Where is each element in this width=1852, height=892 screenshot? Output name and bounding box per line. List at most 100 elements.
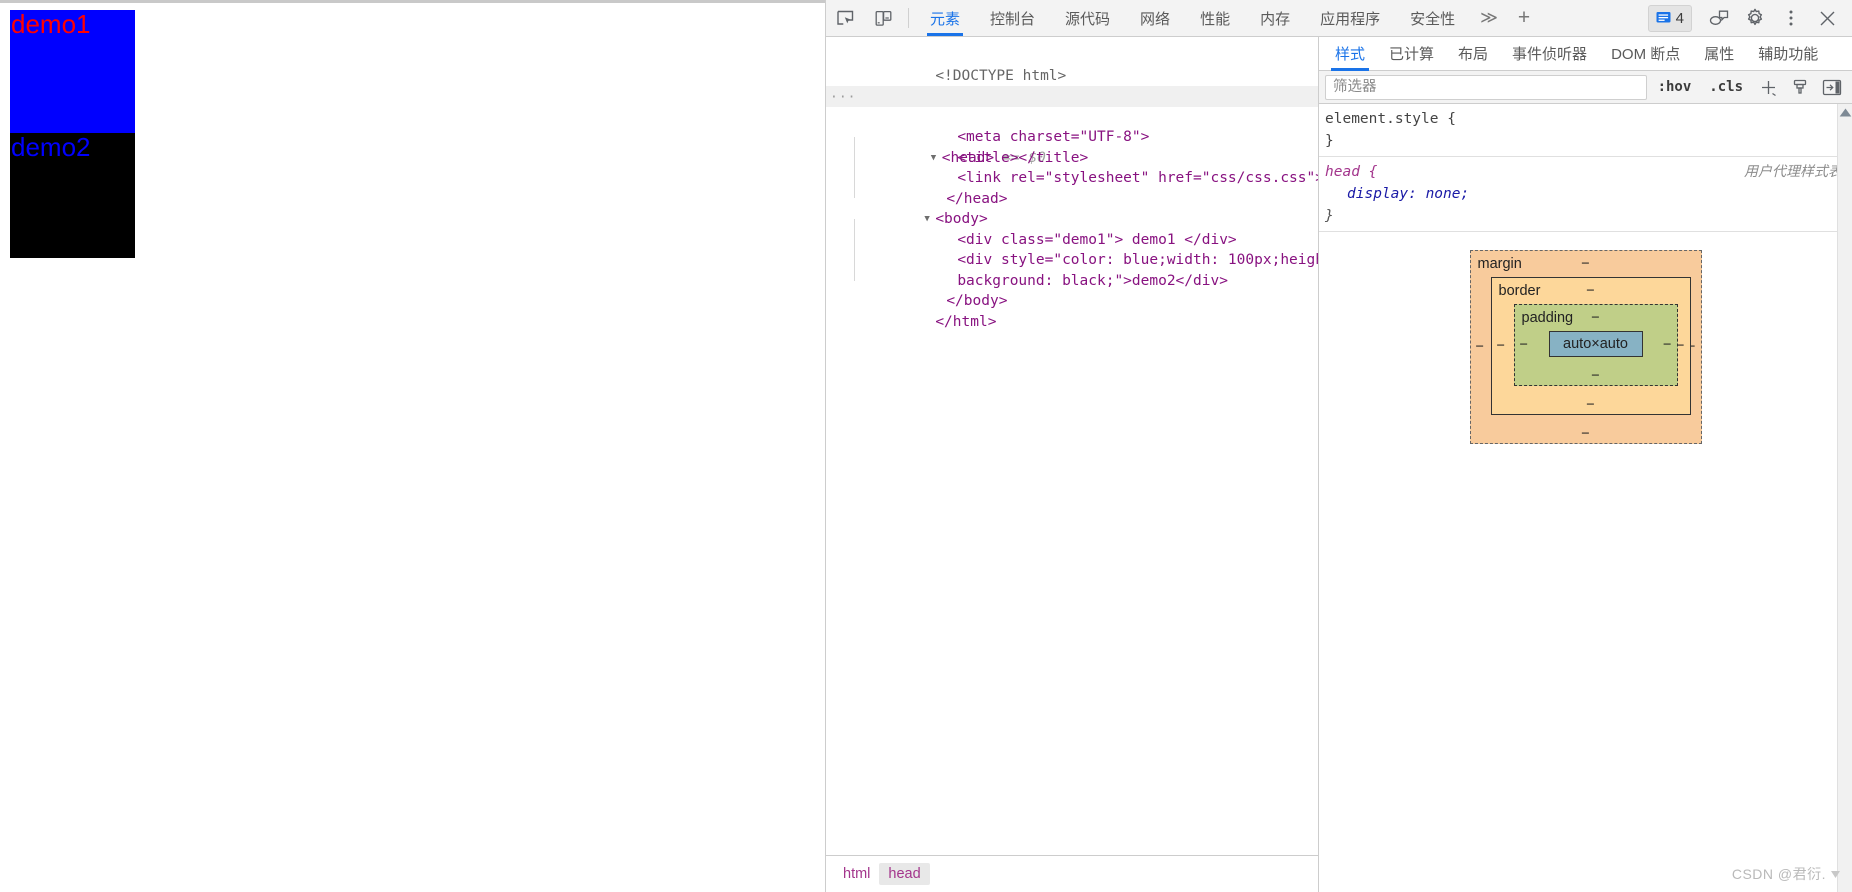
issues-icon [1656, 12, 1671, 23]
dom-line-meta[interactable]: <meta charset="UTF-8"> [826, 107, 1318, 145]
tab-computed[interactable]: 已计算 [1377, 37, 1446, 70]
padding-right-value[interactable]: − [1663, 334, 1671, 356]
breadcrumb-item-html[interactable]: html [834, 863, 879, 885]
dom-line-div-demo1[interactable]: <div class="demo1"> demo1 </div> [826, 209, 1318, 248]
rule-declaration[interactable]: display: none; [1325, 183, 1842, 205]
styles-pane-tabs: 样式 已计算 布局 事件侦听器 DOM 断点 属性 辅助功能 [1319, 37, 1852, 71]
breadcrumb-item-head[interactable]: head [879, 863, 930, 885]
issues-badge[interactable]: 4 [1647, 4, 1692, 32]
dom-line-html-open[interactable]: <html> [826, 66, 1318, 104]
watermark: CSDN @君衍. [1732, 864, 1842, 884]
dom-line-div-demo2-b[interactable]: background: black;">demo2</div> [826, 250, 1318, 289]
margin-left-value[interactable]: − [1476, 336, 1484, 358]
box-model-padding-label: padding [1521, 310, 1574, 326]
kebab-menu-icon[interactable] [1774, 3, 1808, 33]
tab-security[interactable]: 安全性 [1395, 0, 1470, 36]
more-panels-button[interactable]: ≫ [1470, 0, 1508, 36]
rule-selector[interactable]: element.style { [1325, 108, 1456, 130]
gear-icon[interactable] [1738, 3, 1772, 33]
breadcrumb: html head [826, 855, 1318, 892]
rule-close-brace: } [1325, 208, 1334, 224]
dom-line-head-close[interactable]: </head> [826, 168, 1318, 207]
devtools-window: 元素 控制台 源代码 网络 性能 内存 应用程序 安全性 ≫ + 4 <!DOC… [825, 0, 1852, 892]
tab-console[interactable]: 控制台 [975, 0, 1050, 36]
add-panel-button[interactable]: + [1508, 0, 1540, 36]
inspect-element-icon[interactable] [826, 0, 864, 36]
tab-security-label: 安全性 [1410, 10, 1456, 28]
dom-line-div-demo2-a[interactable]: <div style="color: blue;width: 100px;hei… [826, 230, 1318, 268]
close-icon[interactable] [1810, 3, 1844, 33]
tab-network[interactable]: 网络 [1125, 0, 1185, 36]
dom-line-body-close[interactable]: </body> [826, 271, 1318, 309]
device-toolbar-icon[interactable] [864, 0, 902, 36]
dom-line-link[interactable]: <link rel="stylesheet" href="css/css.css… [826, 148, 1318, 186]
tab-accessibility-label: 辅助功能 [1758, 46, 1819, 63]
tab-dom-breakpoints[interactable]: DOM 断点 [1599, 37, 1692, 70]
dom-tree[interactable]: <!DOCTYPE html> <html> ··· ▼<head>== $0 … [826, 37, 1318, 855]
tab-memory-label: 内存 [1260, 10, 1291, 28]
more-panels-label: ≫ [1480, 8, 1498, 27]
demo1-text: demo1 [11, 9, 91, 39]
box-model-margin-label: margin [1477, 256, 1522, 272]
rule-element-style[interactable]: element.style { } [1319, 104, 1852, 157]
rule-head-ua[interactable]: head { 用户代理样式表 display: none; } [1319, 157, 1852, 232]
box-model-border[interactable]: border − − − padding − − − auto×auto − − [1490, 277, 1691, 415]
rule-close-brace: } [1325, 133, 1334, 149]
add-panel-label: + [1517, 6, 1531, 29]
feedback-icon[interactable] [1702, 3, 1736, 33]
brush-icon[interactable] [1786, 75, 1814, 99]
tab-performance[interactable]: 性能 [1185, 0, 1245, 36]
border-left-value[interactable]: − [1497, 335, 1505, 357]
box-model-margin[interactable]: margin − − − border − − − padding − − − … [1469, 250, 1702, 444]
tab-accessibility[interactable]: 辅助功能 [1746, 37, 1830, 70]
scroll-up-icon[interactable] [1838, 104, 1852, 120]
dom-row-more-icon[interactable]: ··· [830, 88, 856, 109]
dom-line-doctype[interactable]: <!DOCTYPE html> [826, 45, 1318, 84]
rule-selector[interactable]: head { [1325, 161, 1377, 183]
border-bottom-value[interactable]: − [1492, 396, 1690, 414]
cls-toggle-button[interactable]: .cls [1702, 79, 1750, 95]
tab-application[interactable]: 应用程序 [1305, 0, 1395, 36]
hov-toggle-button[interactable]: :hov [1651, 79, 1699, 95]
tab-layout[interactable]: 布局 [1446, 37, 1500, 70]
devtools-panel-tabs: 元素 控制台 源代码 网络 性能 内存 应用程序 安全性 ≫ + [915, 0, 1648, 36]
tab-memory[interactable]: 内存 [1245, 0, 1305, 36]
dom-line-title[interactable]: <title></title> [826, 127, 1318, 166]
watermark-text: CSDN @君衍. [1731, 866, 1826, 882]
box-model-padding[interactable]: padding − − − auto×auto − [1513, 304, 1678, 386]
plus-icon[interactable] [1754, 75, 1782, 99]
demo2-div: demo2 [10, 132, 135, 258]
tab-application-label: 应用程序 [1320, 10, 1381, 28]
tab-sources[interactable]: 源代码 [1050, 0, 1125, 36]
styles-pane: 样式 已计算 布局 事件侦听器 DOM 断点 属性 辅助功能 筛选器:hov … [1319, 37, 1852, 892]
devtools-body: <!DOCTYPE html> <html> ··· ▼<head>== $0 … [826, 37, 1852, 892]
tab-elements[interactable]: 元素 [915, 0, 975, 36]
padding-bottom-value[interactable]: − [1515, 367, 1677, 385]
dom-line-head-open[interactable]: ··· ▼ <head> == $0 [826, 86, 1318, 166]
padding-left-value[interactable]: − [1520, 334, 1528, 356]
tab-performance-label: 性能 [1200, 10, 1231, 28]
toolbar-right-actions: 4 [1647, 0, 1852, 36]
tab-network-label: 网络 [1140, 10, 1171, 28]
tab-console-label: 控制台 [990, 10, 1036, 28]
styles-scrollbar[interactable] [1837, 104, 1852, 892]
dom-line-html-close[interactable]: </html> [826, 291, 1318, 330]
page-top-border [0, 0, 825, 3]
tab-dom-breakpoints-label: DOM 断点 [1611, 46, 1681, 63]
tab-layout-label: 布局 [1458, 46, 1489, 63]
dom-tree-pane: <!DOCTYPE html> <html> ··· ▼<head>== $0 … [826, 37, 1319, 892]
tab-properties-label: 属性 [1704, 46, 1735, 63]
tab-event-listeners[interactable]: 事件侦听器 [1500, 37, 1599, 70]
box-model-diagram: margin − − − border − − − padding − − − … [1319, 232, 1852, 444]
tab-properties[interactable]: 属性 [1692, 37, 1746, 70]
dom-line-body-open[interactable]: ▼ <body> [826, 189, 1318, 227]
tab-styles[interactable]: 样式 [1323, 37, 1377, 71]
styles-rules-list[interactable]: element.style { } head { 用户代理样式表 display… [1319, 104, 1852, 892]
margin-bottom-value[interactable]: − [1471, 425, 1701, 443]
box-model-content[interactable]: auto×auto [1548, 331, 1643, 357]
search-input[interactable] [1325, 74, 1647, 100]
tab-styles-label: 样式 [1335, 46, 1366, 63]
toggle-sidebar-icon[interactable] [1818, 75, 1846, 99]
issues-count: 4 [1675, 9, 1684, 27]
tab-computed-label: 已计算 [1389, 46, 1435, 63]
